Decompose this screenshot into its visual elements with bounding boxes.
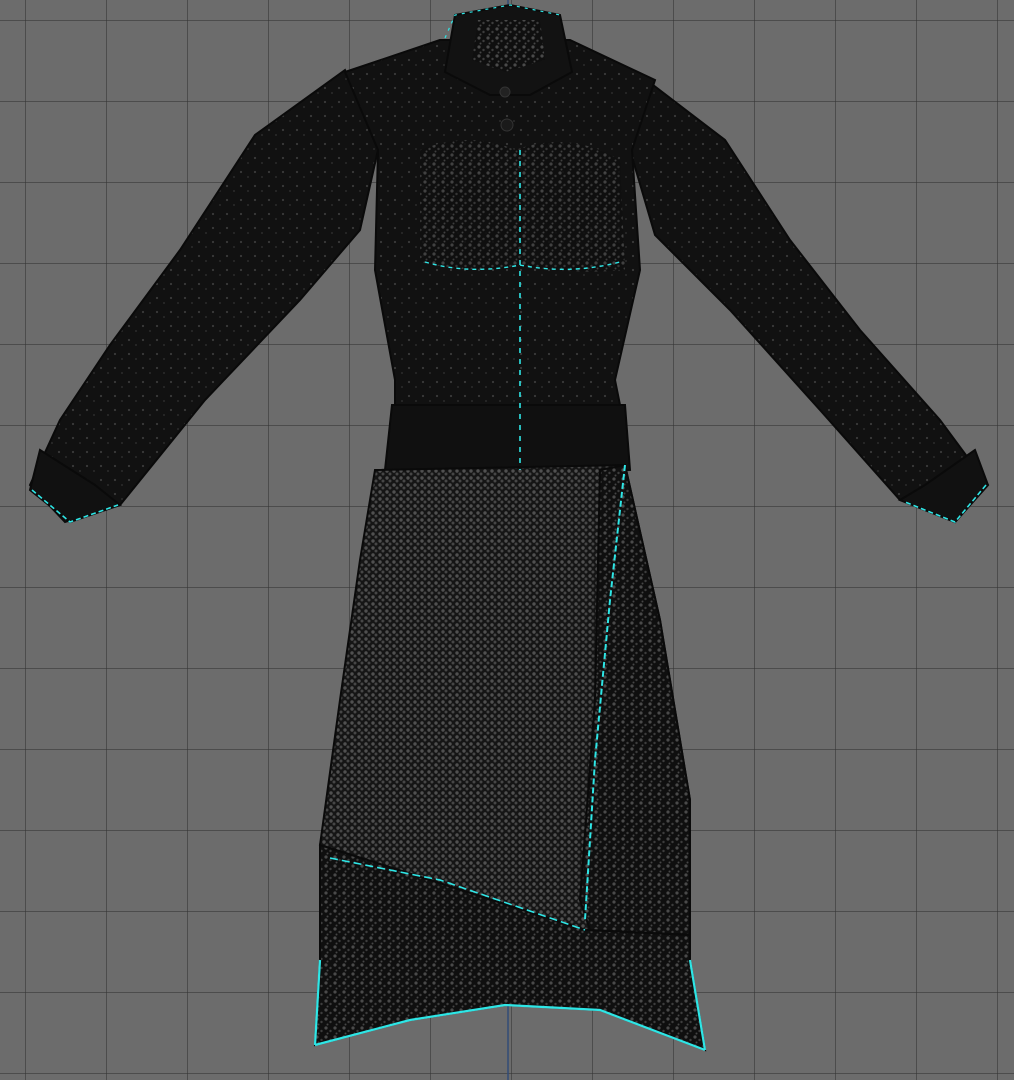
collar-button[interactable] [499, 86, 511, 98]
right-sleeve[interactable] [628, 73, 990, 524]
chest-button[interactable] [500, 118, 514, 132]
3d-viewport[interactable] [0, 0, 1014, 1080]
viewport-scene[interactable] [0, 0, 1014, 1080]
chest-panel[interactable] [420, 140, 625, 272]
left-sleeve[interactable] [28, 68, 380, 524]
